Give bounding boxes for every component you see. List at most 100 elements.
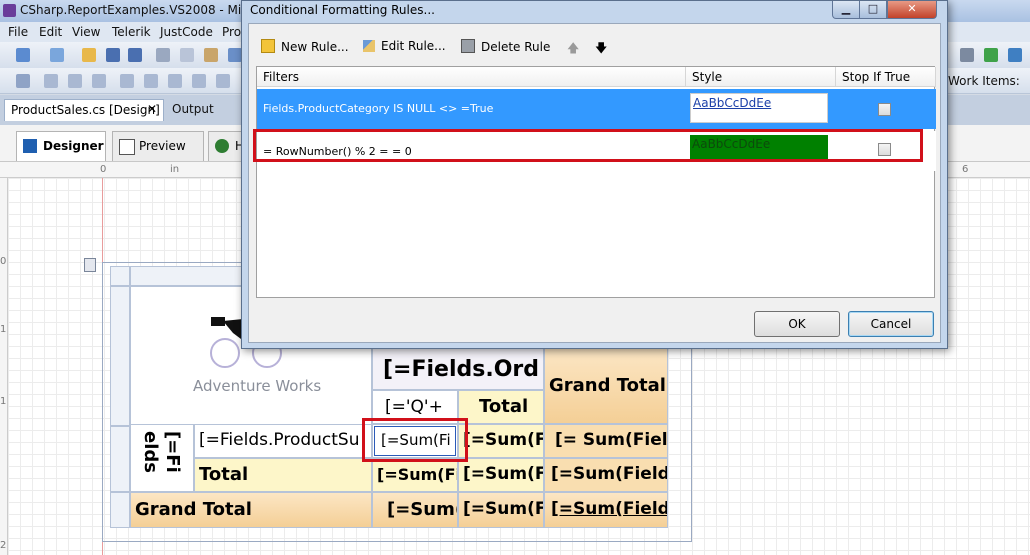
rules-toolbar: New Rule... Edit Rule... Delete Rule 🡅 🡇	[249, 24, 942, 66]
column-group-header[interactable]: [=Fields.Ord	[372, 348, 544, 390]
ok-button[interactable]: OK	[754, 311, 840, 337]
total-row-header[interactable]: Total	[194, 458, 372, 492]
menu-file[interactable]: File	[8, 25, 28, 39]
logo-text: Adventure Works	[193, 377, 322, 395]
total-row-text: Total	[199, 464, 249, 485]
total-column-header[interactable]: Total	[458, 390, 544, 424]
add-item-icon[interactable]	[50, 48, 64, 62]
calculator-icon[interactable]	[84, 258, 96, 272]
rule-filter: Fields.ProductCategory IS NULL <> =True	[263, 102, 494, 115]
cut-icon[interactable]	[156, 48, 170, 62]
vertical-field-cell[interactable]: [=Fi elds	[130, 424, 194, 492]
arrow-up-icon: 🡅	[567, 41, 580, 55]
edit-rule-button[interactable]: Edit Rule...	[363, 39, 446, 53]
ruler-mark: in	[170, 164, 180, 175]
undo-icon[interactable]	[228, 48, 242, 62]
row-handle[interactable]	[110, 286, 130, 426]
align-middle-icon[interactable]	[144, 74, 158, 88]
column-header-style[interactable]: Style	[686, 67, 836, 87]
total-header-text: Total	[479, 396, 529, 417]
column-group-expression: [=Fields.Ord	[383, 357, 540, 382]
export-icon[interactable]	[984, 48, 998, 62]
rule-style-preview[interactable]: AaBbCcDdEe	[690, 93, 828, 123]
tab-designer[interactable]: Designer	[16, 131, 106, 161]
align-grid-icon[interactable]	[16, 74, 30, 88]
ruler-mark: 0	[0, 256, 7, 267]
column-header-filters[interactable]: Filters	[257, 67, 686, 87]
stop-if-true-checkbox[interactable]	[878, 103, 891, 116]
maximize-button[interactable]: □	[859, 1, 887, 19]
new-project-icon[interactable]	[16, 48, 30, 62]
menu-edit[interactable]: Edit	[39, 25, 62, 39]
vertical-ruler: 0 1 1 2	[0, 178, 8, 555]
sum-grand-grand-cell[interactable]: [=Sum(Fields	[544, 492, 668, 528]
tab-productsales-design[interactable]: ProductSales.cs [Design] ✕	[4, 99, 164, 121]
sum-expression: [=Sum(	[387, 499, 458, 520]
tab-label: ProductSales.cs [Design]	[11, 103, 160, 117]
close-button[interactable]: ✕	[887, 1, 937, 19]
copy-icon[interactable]	[180, 48, 194, 62]
tab-preview-label: Preview	[139, 139, 186, 153]
menu-project[interactable]: Pro	[222, 25, 241, 39]
new-rule-icon	[261, 39, 275, 53]
align-left-icon[interactable]	[44, 74, 58, 88]
menu-justcode[interactable]: JustCode	[160, 25, 213, 39]
row-handle[interactable]	[110, 426, 130, 492]
sum-subtotal-cell[interactable]: [=Sum(Fi	[372, 458, 458, 492]
new-rule-button[interactable]: New Rule...	[261, 39, 349, 54]
open-file-icon[interactable]	[82, 48, 96, 62]
new-rule-label: New Rule...	[281, 40, 349, 54]
rules-grid: Filters Style Stop If True Fields.Produc…	[256, 66, 936, 298]
preview-icon	[119, 139, 135, 155]
ruler-mark: 1	[0, 396, 7, 407]
delete-rule-button[interactable]: Delete Rule	[461, 39, 550, 54]
sum-expression: [=Sum(Fi	[377, 465, 458, 484]
window-icon[interactable]	[1008, 48, 1022, 62]
product-subcategory-cell[interactable]: [=Fields.ProductSu	[194, 424, 372, 458]
grand-total-row-text: Grand Total	[135, 499, 252, 520]
move-down-button[interactable]: 🡇	[595, 39, 607, 60]
sum-subtotal-total-cell[interactable]: [=Sum(Fi	[458, 458, 544, 492]
same-width-icon[interactable]	[192, 74, 206, 88]
ruler-mark: 6	[962, 164, 969, 175]
align-right-icon[interactable]	[92, 74, 106, 88]
column-header-stop-if-true[interactable]: Stop If True	[836, 67, 936, 87]
sum-total-cell[interactable]: [=Sum(Fi	[458, 424, 544, 458]
align-bottom-icon[interactable]	[168, 74, 182, 88]
close-icon[interactable]: ✕	[147, 102, 157, 116]
arrow-down-icon: 🡇	[595, 41, 608, 55]
menu-view[interactable]: View	[72, 25, 100, 39]
sum-grand-cell[interactable]: [= Sum(Field	[544, 424, 668, 458]
align-top-icon[interactable]	[120, 74, 134, 88]
align-center-icon[interactable]	[68, 74, 82, 88]
rule-style-sample: AaBbCcDdEe	[693, 96, 772, 110]
product-subcategory-expression: [=Fields.ProductSu	[199, 430, 360, 450]
cancel-button[interactable]: Cancel	[848, 311, 934, 337]
ruler-mark: 2	[0, 540, 7, 551]
rule-row[interactable]: Fields.ProductCategory IS NULL <> =True …	[257, 89, 936, 129]
sum-grand-row-total-cell[interactable]: [=Sum(Fi	[458, 492, 544, 528]
tab-preview[interactable]: Preview	[112, 131, 204, 161]
minimize-button[interactable]: ▁	[832, 1, 860, 19]
tab-designer-label: Designer	[43, 139, 104, 153]
tools-icon[interactable]	[960, 48, 974, 62]
sum-expression: [=Sum(Fields	[551, 499, 668, 519]
rule-row-highlight	[253, 129, 923, 162]
tab-output[interactable]: Output	[166, 99, 242, 121]
menu-telerik[interactable]: Telerik	[112, 25, 151, 39]
sum-subtotal-grand-cell[interactable]: [=Sum(Fields	[544, 458, 668, 492]
grand-total-row-header[interactable]: Grand Total	[130, 492, 372, 528]
quarter-expression: [='Q'+	[385, 397, 443, 417]
sum-grand-row-cell[interactable]: [=Sum(	[372, 492, 458, 528]
save-icon[interactable]	[106, 48, 120, 62]
grand-total-column-header[interactable]: Grand Total	[544, 348, 668, 424]
edit-pencil-icon	[363, 40, 375, 52]
table-corner-handle[interactable]	[110, 266, 130, 286]
paste-icon[interactable]	[204, 48, 218, 62]
edit-rule-label: Edit Rule...	[381, 39, 446, 53]
move-up-button[interactable]: 🡅	[567, 39, 579, 60]
same-height-icon[interactable]	[216, 74, 230, 88]
trash-icon	[461, 39, 475, 53]
row-handle[interactable]	[110, 492, 130, 528]
save-all-icon[interactable]	[128, 48, 142, 62]
